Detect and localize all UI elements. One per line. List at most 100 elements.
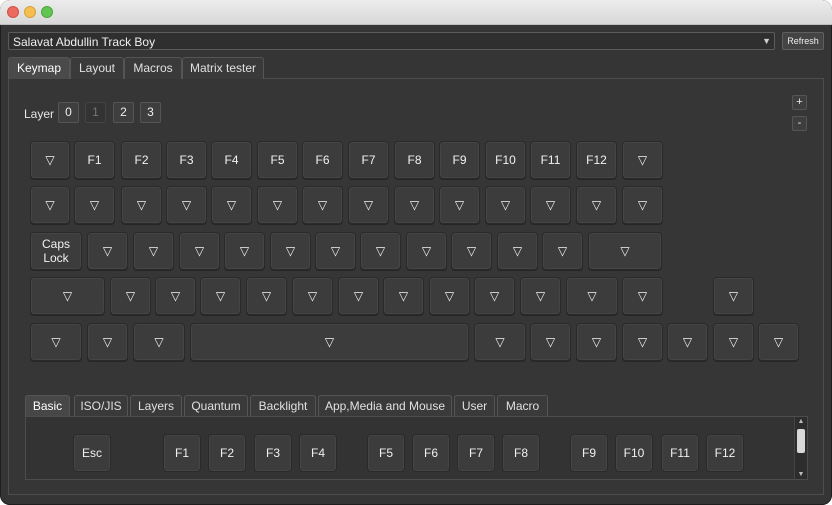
keymap-key-row1-8[interactable]: F8: [394, 141, 435, 179]
scroll-thumb[interactable]: [797, 429, 805, 453]
keymap-key-row3-8[interactable]: ▽: [406, 232, 447, 270]
keymap-key-row2-6[interactable]: ▽: [302, 186, 343, 224]
keymap-key-row2-12[interactable]: ▽: [576, 186, 617, 224]
keymap-key-row5-8[interactable]: ▽: [667, 323, 708, 361]
keymap-key-row2-13[interactable]: ▽: [622, 186, 663, 224]
keymap-key-row2-4[interactable]: ▽: [211, 186, 252, 224]
keymap-key-row2-8[interactable]: ▽: [394, 186, 435, 224]
keymap-key-row5-3[interactable]: ▽: [190, 323, 469, 361]
palette-key-f4[interactable]: F4: [299, 434, 337, 472]
keymap-key-row4-8[interactable]: ▽: [429, 277, 470, 315]
keymap-key-row3-5[interactable]: ▽: [270, 232, 311, 270]
keymap-key-row1-10[interactable]: F10: [485, 141, 526, 179]
keymap-key-row4-0[interactable]: ▽: [30, 277, 105, 315]
keymap-key-row5-9[interactable]: ▽: [713, 323, 754, 361]
keymap-key-row5-10[interactable]: ▽: [758, 323, 799, 361]
scroll-up-icon[interactable]: ▲: [795, 418, 807, 425]
keymap-key-row1-0[interactable]: ▽: [30, 141, 70, 179]
close-window-button[interactable]: [7, 6, 19, 18]
palette-key-esc[interactable]: Esc: [73, 434, 111, 472]
keymap-key-row2-3[interactable]: ▽: [166, 186, 207, 224]
keymap-key-row2-5[interactable]: ▽: [257, 186, 298, 224]
keymap-key-row1-3[interactable]: F3: [166, 141, 207, 179]
keymap-key-row1-5[interactable]: F5: [257, 141, 298, 179]
keymap-key-row2-10[interactable]: ▽: [485, 186, 526, 224]
keymap-key-row5-2[interactable]: ▽: [133, 323, 185, 361]
keymap-key-row1-7[interactable]: F7: [348, 141, 389, 179]
tab-keymap[interactable]: Keymap: [8, 57, 70, 79]
device-select[interactable]: Salavat Abdullin Track Boy ▼: [8, 32, 775, 50]
tab-layers[interactable]: Layers: [130, 395, 182, 416]
palette-key-f3[interactable]: F3: [254, 434, 292, 472]
keymap-key-row3-2[interactable]: ▽: [133, 232, 174, 270]
keymap-key-row1-1[interactable]: F1: [74, 141, 115, 179]
keymap-key-row3-10[interactable]: ▽: [497, 232, 538, 270]
layer-button-2[interactable]: 2: [113, 102, 134, 123]
tab-iso-jis[interactable]: ISO/JIS: [74, 395, 128, 416]
keymap-key-row3-11[interactable]: ▽: [542, 232, 583, 270]
keymap-key-row1-2[interactable]: F2: [121, 141, 162, 179]
palette-key-f9[interactable]: F9: [570, 434, 608, 472]
keymap-key-row3-12[interactable]: ▽: [588, 232, 662, 270]
keymap-key-row5-7[interactable]: ▽: [622, 323, 663, 361]
keymap-key-row5-5[interactable]: ▽: [530, 323, 571, 361]
remove-layer-button[interactable]: -: [792, 116, 807, 131]
keymap-key-row4-12[interactable]: ▽: [622, 277, 663, 315]
layer-button-1[interactable]: 1: [85, 102, 106, 123]
palette-scrollbar[interactable]: ▲ ▼: [794, 417, 807, 479]
keymap-key-row1-11[interactable]: F11: [530, 141, 571, 179]
keymap-key-row2-11[interactable]: ▽: [530, 186, 571, 224]
tab-matrix-tester[interactable]: Matrix tester: [182, 57, 264, 79]
keymap-key-row2-1[interactable]: ▽: [74, 186, 115, 224]
keymap-key-row4-2[interactable]: ▽: [155, 277, 196, 315]
layer-button-3[interactable]: 3: [140, 102, 161, 123]
keymap-key-row4-5[interactable]: ▽: [292, 277, 333, 315]
keymap-key-row3-7[interactable]: ▽: [360, 232, 401, 270]
keymap-key-row3-6[interactable]: ▽: [315, 232, 356, 270]
keymap-key-row4-9[interactable]: ▽: [474, 277, 515, 315]
scroll-down-icon[interactable]: ▼: [795, 471, 807, 478]
keymap-key-row4-1[interactable]: ▽: [110, 277, 151, 315]
keymap-key-row2-2[interactable]: ▽: [121, 186, 162, 224]
palette-key-f6[interactable]: F6: [412, 434, 450, 472]
tab-macros[interactable]: Macros: [124, 57, 182, 79]
layer-button-0[interactable]: 0: [58, 102, 79, 123]
keymap-key-row5-0[interactable]: ▽: [30, 323, 82, 361]
keymap-key-row4-3[interactable]: ▽: [200, 277, 241, 315]
keymap-key-row2-7[interactable]: ▽: [348, 186, 389, 224]
minimize-window-button[interactable]: [24, 6, 36, 18]
keymap-key-row4-4[interactable]: ▽: [246, 277, 287, 315]
keymap-key-row3-9[interactable]: ▽: [451, 232, 492, 270]
keymap-key-row1-6[interactable]: F6: [302, 141, 343, 179]
keymap-key-row4-13[interactable]: ▽: [713, 277, 754, 315]
keymap-key-row4-6[interactable]: ▽: [338, 277, 379, 315]
palette-key-f12[interactable]: F12: [706, 434, 744, 472]
palette-key-f5[interactable]: F5: [367, 434, 405, 472]
tab-macro[interactable]: Macro: [497, 395, 548, 416]
keymap-key-row4-11[interactable]: ▽: [566, 277, 618, 315]
palette-key-f1[interactable]: F1: [163, 434, 201, 472]
tab-user[interactable]: User: [454, 395, 495, 416]
keymap-key-row2-0[interactable]: ▽: [30, 186, 70, 224]
tab-app-media-mouse[interactable]: App,Media and Mouse: [318, 395, 452, 416]
keymap-key-row3-4[interactable]: ▽: [224, 232, 265, 270]
keymap-key-row5-1[interactable]: ▽: [87, 323, 128, 361]
keymap-key-row1-12[interactable]: F12: [576, 141, 617, 179]
palette-key-f8[interactable]: F8: [502, 434, 540, 472]
keymap-key-row2-9[interactable]: ▽: [439, 186, 480, 224]
keymap-key-row3-3[interactable]: ▽: [179, 232, 220, 270]
keymap-key-row3-1[interactable]: ▽: [87, 232, 128, 270]
keymap-key-row3-0[interactable]: Caps Lock: [30, 232, 82, 270]
palette-key-f11[interactable]: F11: [661, 434, 699, 472]
refresh-button[interactable]: Refresh: [782, 32, 824, 50]
zoom-window-button[interactable]: [41, 6, 53, 18]
tab-layout[interactable]: Layout: [70, 57, 124, 79]
keymap-key-row4-10[interactable]: ▽: [520, 277, 561, 315]
keymap-key-row5-6[interactable]: ▽: [576, 323, 617, 361]
tab-quantum[interactable]: Quantum: [184, 395, 248, 416]
keymap-key-row5-4[interactable]: ▽: [474, 323, 526, 361]
palette-key-f10[interactable]: F10: [615, 434, 653, 472]
add-layer-button[interactable]: +: [792, 95, 807, 110]
tab-backlight[interactable]: Backlight: [250, 395, 316, 416]
keymap-key-row1-4[interactable]: F4: [211, 141, 252, 179]
